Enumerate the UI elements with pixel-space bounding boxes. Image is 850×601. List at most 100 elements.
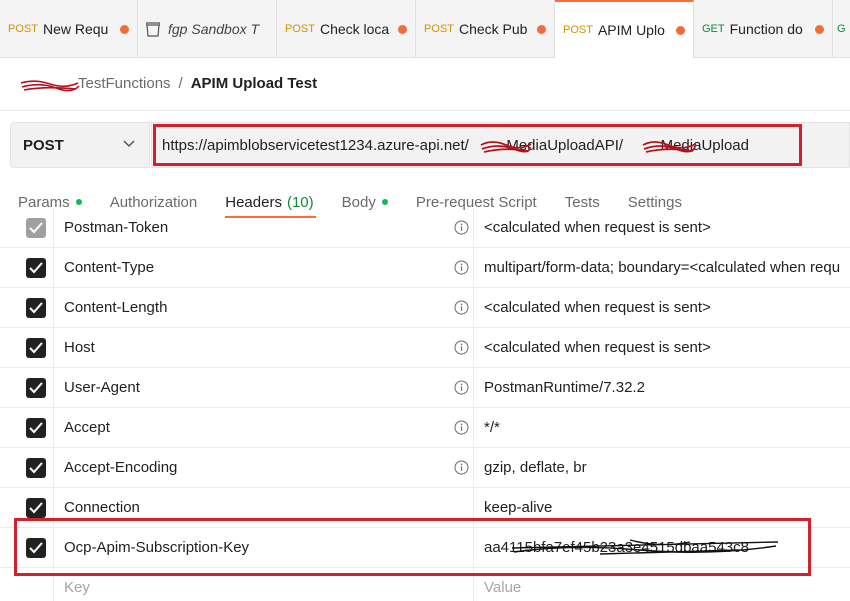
tab-title: APIM Uplo — [597, 22, 665, 38]
key-cell[interactable]: Host — [54, 328, 474, 368]
checkbox-cell — [0, 528, 54, 568]
info-icon[interactable] — [454, 300, 469, 315]
http-method-value: POST — [23, 136, 64, 154]
row-checkbox[interactable] — [26, 298, 46, 318]
breadcrumb-collection[interactable]: TestFunctions — [20, 74, 171, 92]
tab-method: G — [837, 23, 846, 35]
unsaved-dot-icon — [398, 24, 407, 34]
breadcrumb-separator: / — [178, 74, 183, 92]
row-checkbox[interactable] — [26, 258, 46, 278]
check-icon — [29, 222, 43, 234]
info-icon[interactable] — [454, 260, 469, 275]
key-cell[interactable]: Connection — [54, 488, 474, 528]
header-key: Ocp-Apim-Subscription-Key — [64, 539, 250, 556]
redaction-scribble-icon — [20, 79, 80, 91]
checkbox-cell — [0, 448, 54, 488]
tab-check-pub[interactable]: POST Check Pub — [416, 0, 555, 58]
request-name[interactable]: APIM Upload Test — [191, 75, 317, 92]
tab-new-request[interactable]: POST New Requ — [0, 0, 138, 58]
chevron-down-icon — [123, 140, 135, 148]
key-cell[interactable]: User-Agent — [54, 368, 474, 408]
info-icon[interactable] — [454, 380, 469, 395]
table-row: Accept-Encoding gzip, deflate, br — [0, 448, 850, 488]
key-placeholder: Key — [64, 579, 90, 596]
table-row: Host <calculated when request is sent> — [0, 328, 850, 368]
header-value[interactable]: PostmanRuntime/7.32.2 — [484, 379, 645, 396]
unsaved-dot-icon — [537, 24, 546, 34]
table-row: Content-Length <calculated when request … — [0, 288, 850, 328]
check-icon — [29, 422, 43, 434]
key-cell[interactable]: Content-Type — [54, 248, 474, 288]
tab-check-local[interactable]: POST Check loca — [277, 0, 416, 58]
info-icon[interactable] — [454, 340, 469, 355]
header-key: Host — [64, 339, 95, 356]
header-value[interactable]: <calculated when request is sent> — [484, 219, 711, 236]
info-icon[interactable] — [454, 420, 469, 435]
row-checkbox[interactable] — [26, 418, 46, 438]
tab-title: Function do — [729, 21, 803, 37]
header-value[interactable]: */* — [484, 419, 500, 436]
box-icon — [146, 21, 160, 37]
tab-apim-upload[interactable]: POST APIM Uplo — [555, 0, 694, 58]
info-icon[interactable] — [454, 220, 469, 235]
check-icon — [29, 502, 43, 514]
divider — [0, 110, 850, 111]
row-checkbox[interactable] — [26, 538, 46, 558]
header-key: User-Agent — [64, 379, 140, 396]
table-row: Accept */* — [0, 408, 850, 448]
header-value[interactable]: aa4115bfa7ef45b23a3e4515dbaa543c8 — [484, 539, 749, 556]
unsaved-dot-icon — [120, 24, 129, 34]
row-checkbox[interactable] — [26, 218, 46, 238]
status-dot-icon — [75, 199, 82, 205]
tab-overflow[interactable]: G — [833, 0, 850, 58]
unsaved-dot-icon — [815, 24, 824, 34]
request-tab-strip: POST New Requ fgp Sandbox T POST Check l… — [0, 0, 850, 58]
checkbox-cell — [0, 568, 54, 601]
check-icon — [29, 342, 43, 354]
header-key: Content-Length — [64, 299, 168, 316]
table-row: Content-Type multipart/form-data; bounda… — [0, 248, 850, 288]
tab-function-do[interactable]: GET Function do — [694, 0, 833, 58]
header-value[interactable]: <calculated when request is sent> — [484, 299, 711, 316]
checkbox-cell — [0, 368, 54, 408]
key-cell[interactable]: Key — [54, 568, 474, 601]
check-icon — [29, 302, 43, 314]
row-checkbox[interactable] — [26, 498, 46, 518]
tab-method: GET — [702, 23, 725, 35]
url-text: https://apimblobservicetest1234.azure-ap… — [162, 136, 749, 154]
key-cell[interactable]: Ocp-Apim-Subscription-Key — [54, 528, 474, 568]
table-row: Ocp-Apim-Subscription-Key aa4115bfa7ef45… — [0, 528, 850, 568]
header-value[interactable]: gzip, deflate, br — [484, 459, 587, 476]
header-value[interactable]: <calculated when request is sent> — [484, 339, 711, 356]
tab-sandbox[interactable]: fgp Sandbox T — [138, 0, 277, 58]
url-input[interactable]: https://apimblobservicetest1234.azure-ap… — [151, 122, 850, 168]
tab-title: New Requ — [42, 21, 109, 37]
row-checkbox[interactable] — [26, 458, 46, 478]
breadcrumb: TestFunctions / APIM Upload Test — [20, 72, 317, 94]
key-cell[interactable]: Content-Length — [54, 288, 474, 328]
checkbox-cell — [0, 288, 54, 328]
key-cell[interactable]: Accept-Encoding — [54, 448, 474, 488]
row-checkbox[interactable] — [26, 338, 46, 358]
breadcrumb-collection-label: TestFunctions — [78, 74, 171, 92]
tab-title: Check Pub — [458, 21, 528, 37]
value-placeholder[interactable]: Value — [484, 579, 521, 596]
info-icon[interactable] — [454, 460, 469, 475]
header-value[interactable]: keep-alive — [484, 499, 552, 516]
header-key: Accept-Encoding — [64, 459, 178, 476]
status-dot-icon — [381, 199, 388, 205]
header-value[interactable]: multipart/form-data; boundary=<calculate… — [484, 259, 840, 276]
checkbox-cell — [0, 408, 54, 448]
header-key: Postman-Token — [64, 219, 169, 236]
table-row: Connection keep-alive — [0, 488, 850, 528]
tab-title: Check loca — [319, 21, 390, 37]
header-key: Connection — [64, 499, 140, 516]
table-row: User-Agent PostmanRuntime/7.32.2 — [0, 368, 850, 408]
checkbox-cell — [0, 328, 54, 368]
http-method-select[interactable]: POST — [10, 122, 150, 168]
row-checkbox[interactable] — [26, 378, 46, 398]
key-cell[interactable]: Postman-Token — [54, 208, 474, 248]
header-key: Content-Type — [64, 259, 155, 276]
key-cell[interactable]: Accept — [54, 408, 474, 448]
checkbox-cell — [0, 488, 54, 528]
